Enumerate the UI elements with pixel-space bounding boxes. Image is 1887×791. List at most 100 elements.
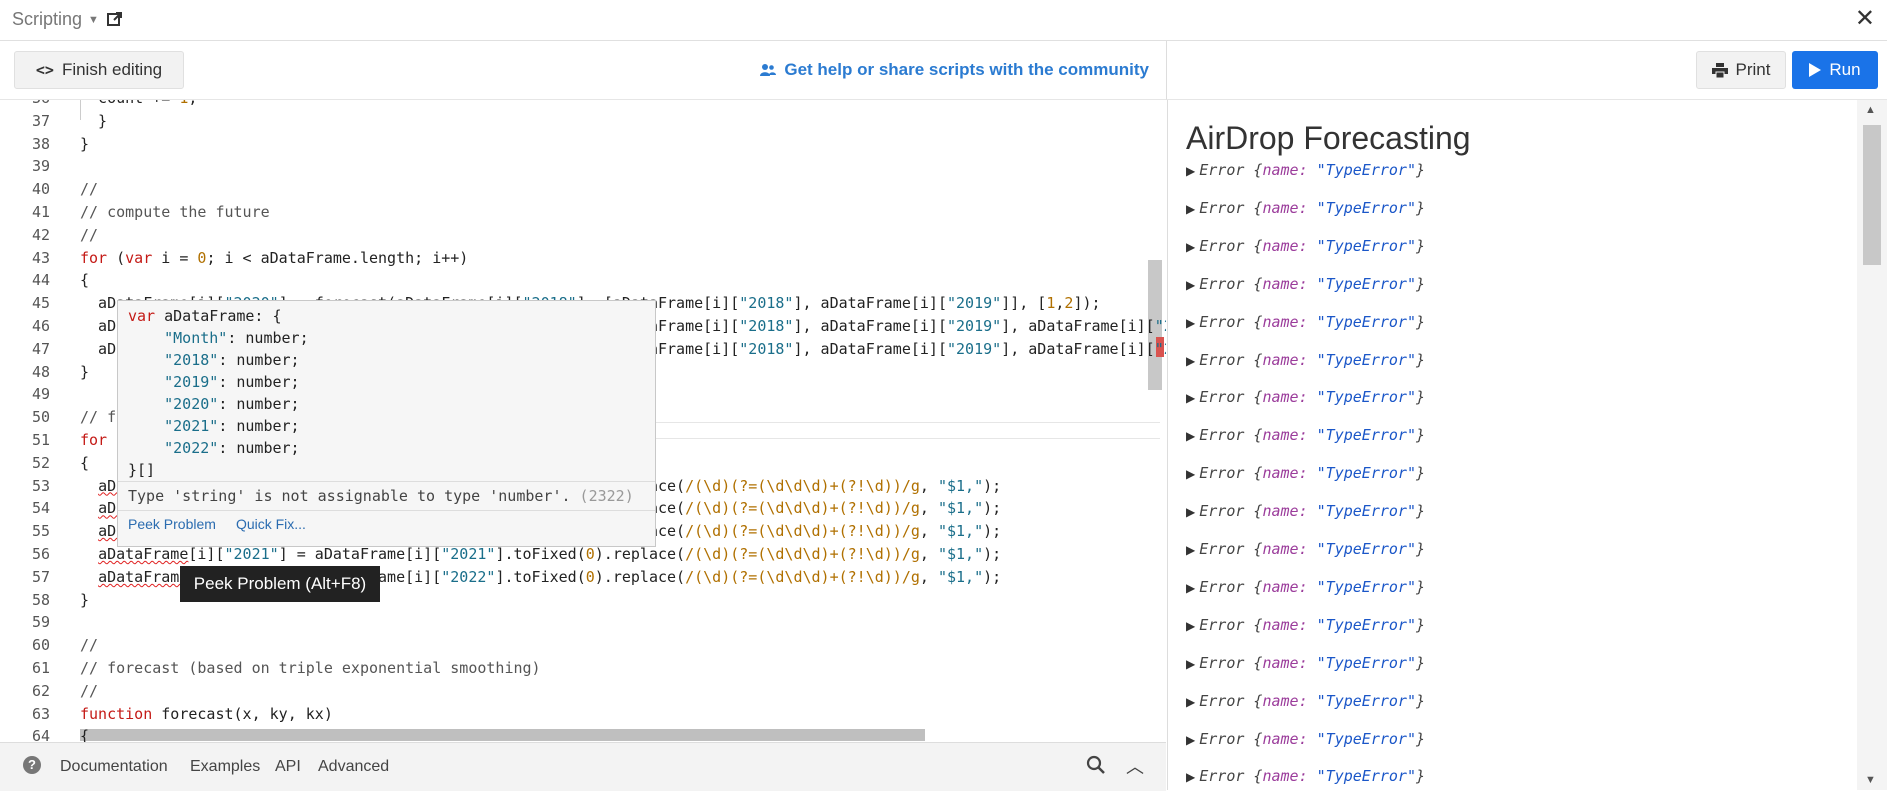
line-code: // bbox=[80, 180, 99, 199]
print-button[interactable]: Print bbox=[1696, 51, 1786, 89]
expand-triangle-icon[interactable]: ▶ bbox=[1186, 278, 1195, 292]
documentation-tab[interactable]: Documentation bbox=[60, 758, 168, 776]
scroll-up-icon[interactable]: ▲ bbox=[1865, 104, 1876, 116]
console-error-entry[interactable]: ▶ Error {name: "TypeError"} bbox=[1186, 275, 1425, 297]
line-number: 52 bbox=[31, 453, 50, 472]
expand-triangle-icon[interactable]: ▶ bbox=[1186, 354, 1195, 368]
line-code: // compute the future bbox=[80, 203, 270, 221]
error-type: Error bbox=[1199, 615, 1245, 634]
error-key: name: bbox=[1262, 729, 1308, 748]
expand-triangle-icon[interactable]: ▶ bbox=[1186, 733, 1195, 747]
run-button[interactable]: Run bbox=[1792, 51, 1878, 89]
close-icon[interactable]: ✕ bbox=[1855, 4, 1875, 33]
line-code: { bbox=[80, 453, 90, 472]
search-icon[interactable] bbox=[1086, 755, 1106, 775]
community-help-link[interactable]: Get help or share scripts with the commu… bbox=[760, 60, 1149, 80]
error-value: "TypeError" bbox=[1316, 691, 1416, 710]
expand-triangle-icon[interactable]: ▶ bbox=[1186, 240, 1195, 254]
console-error-entry[interactable]: ▶ Error {name: "TypeError"} bbox=[1186, 540, 1425, 562]
brace-close: } bbox=[1415, 767, 1426, 786]
line-code: function forecast(x, ky, kx) bbox=[80, 704, 333, 723]
console-error-entry[interactable]: ▶ Error {name: "TypeError"} bbox=[1186, 502, 1425, 524]
help-icon[interactable]: ? bbox=[23, 756, 41, 774]
code-icon: <> bbox=[35, 61, 54, 79]
expand-triangle-icon[interactable]: ▶ bbox=[1186, 164, 1195, 178]
expand-triangle-icon[interactable]: ▶ bbox=[1186, 202, 1195, 216]
error-value: "TypeError" bbox=[1316, 312, 1416, 331]
quick-fix-link[interactable]: Quick Fix... bbox=[236, 516, 306, 532]
signature-line: "2020": number; bbox=[164, 395, 300, 413]
signature-line: "2022": number; bbox=[164, 439, 300, 457]
console-error-entry[interactable]: ▶ Error {name: "TypeError"} bbox=[1186, 426, 1425, 448]
error-value: "TypeError" bbox=[1316, 653, 1416, 672]
error-type: Error bbox=[1199, 767, 1245, 786]
console-error-entry[interactable]: ▶ Error {name: "TypeError"} bbox=[1186, 237, 1425, 259]
brace-close: } bbox=[1415, 729, 1426, 748]
console-error-entry[interactable]: ▶ Error {name: "TypeError"} bbox=[1186, 464, 1425, 486]
brace-close: } bbox=[1415, 577, 1426, 596]
console-error-entry[interactable]: ▶ Error {name: "TypeError"} bbox=[1186, 692, 1425, 714]
signature-line: "2018": number; bbox=[164, 351, 300, 369]
line-code: // bbox=[80, 225, 99, 244]
editor-horizontal-scrollbar[interactable] bbox=[80, 729, 925, 741]
expand-triangle-icon[interactable]: ▶ bbox=[1186, 581, 1195, 595]
advanced-tab[interactable]: Advanced bbox=[318, 758, 389, 776]
caret-down-icon: ▼ bbox=[88, 14, 99, 26]
users-icon bbox=[760, 64, 777, 76]
brace-close: } bbox=[1415, 691, 1426, 710]
brace-close: } bbox=[1415, 236, 1426, 255]
console-error-entry[interactable]: ▶ Error {name: "TypeError"} bbox=[1186, 313, 1425, 335]
expand-triangle-icon[interactable]: ▶ bbox=[1186, 657, 1195, 671]
finish-editing-button[interactable]: <> Finish editing bbox=[14, 51, 184, 89]
console-error-entry[interactable]: ▶ Error {name: "TypeError"} bbox=[1186, 161, 1425, 183]
error-type: Error bbox=[1199, 312, 1245, 331]
expand-triangle-icon[interactable]: ▶ bbox=[1186, 619, 1195, 633]
api-tab[interactable]: API bbox=[275, 758, 301, 776]
error-value: "TypeError" bbox=[1316, 577, 1416, 596]
line-code: } bbox=[80, 362, 90, 381]
console-error-entry[interactable]: ▶ Error {name: "TypeError"} bbox=[1186, 578, 1425, 600]
error-key: name: bbox=[1262, 312, 1308, 331]
expand-triangle-icon[interactable]: ▶ bbox=[1186, 467, 1195, 481]
console-error-entry[interactable]: ▶ Error {name: "TypeError"} bbox=[1186, 351, 1425, 373]
line-number: 59 bbox=[31, 613, 50, 632]
console-error-entry[interactable]: ▶ Error {name: "TypeError"} bbox=[1186, 654, 1425, 676]
console-error-entry[interactable]: ▶ Error {name: "TypeError"} bbox=[1186, 616, 1425, 638]
brace-close: } bbox=[1415, 426, 1426, 445]
expand-triangle-icon[interactable]: ▶ bbox=[1186, 695, 1195, 709]
line-number: 64 bbox=[31, 727, 50, 742]
expand-triangle-icon[interactable]: ▶ bbox=[1186, 391, 1195, 405]
output-scroll-thumb[interactable] bbox=[1863, 125, 1881, 265]
expand-triangle-icon[interactable]: ▶ bbox=[1186, 505, 1195, 519]
output-scrollbar[interactable]: ▲ ▼ bbox=[1857, 100, 1887, 790]
play-icon bbox=[1809, 63, 1822, 77]
bottom-bar: ? Documentation Examples API Advanced ︿ bbox=[0, 742, 1166, 791]
console-error-entry[interactable]: ▶ Error {name: "TypeError"} bbox=[1186, 730, 1425, 752]
error-text: Type 'string' is not assignable to type … bbox=[128, 487, 571, 505]
brace-close: } bbox=[1415, 615, 1426, 634]
brace-close: } bbox=[1415, 161, 1426, 179]
brace-close: } bbox=[1415, 540, 1426, 558]
examples-tab[interactable]: Examples bbox=[190, 758, 260, 776]
console-error-entry[interactable]: ▶ Error {name: "TypeError"} bbox=[1186, 199, 1425, 221]
error-message: Type 'string' is not assignable to type … bbox=[118, 481, 655, 510]
expand-triangle-icon[interactable]: ▶ bbox=[1186, 770, 1195, 784]
chevron-up-icon[interactable]: ︿ bbox=[1126, 753, 1144, 779]
expand-triangle-icon[interactable]: ▶ bbox=[1186, 543, 1195, 557]
line-number: 46 bbox=[31, 317, 50, 335]
line-code: { bbox=[80, 727, 90, 742]
brace-close: } bbox=[1415, 198, 1426, 217]
console-error-entry[interactable]: ▶ Error {name: "TypeError"} bbox=[1186, 767, 1425, 789]
output-title: AirDrop Forecasting bbox=[1186, 120, 1471, 156]
line-number: 55 bbox=[31, 522, 50, 541]
expand-triangle-icon[interactable]: ▶ bbox=[1186, 316, 1195, 330]
app-menu-dropdown[interactable]: Scripting ▼ bbox=[12, 9, 99, 30]
line-number: 54 bbox=[31, 499, 50, 518]
error-key: name: bbox=[1262, 161, 1308, 179]
console-error-entry[interactable]: ▶ Error {name: "TypeError"} bbox=[1186, 388, 1425, 410]
peek-problem-link[interactable]: Peek Problem bbox=[128, 516, 216, 532]
editor-divider bbox=[650, 438, 1160, 439]
expand-triangle-icon[interactable]: ▶ bbox=[1186, 429, 1195, 443]
scroll-down-icon[interactable]: ▼ bbox=[1865, 774, 1876, 786]
external-link-icon[interactable] bbox=[106, 10, 124, 28]
